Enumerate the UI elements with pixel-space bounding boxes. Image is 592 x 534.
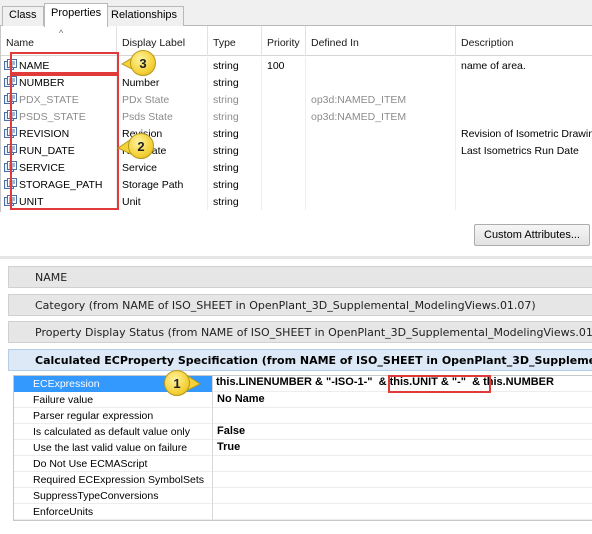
priority-cell bbox=[262, 176, 306, 193]
defined-in-cell bbox=[306, 142, 456, 159]
spec-property-name: Use the last valid value on failure bbox=[14, 440, 213, 456]
display-label-cell: Psds State bbox=[117, 108, 208, 125]
column-header-defined-in[interactable]: Defined In bbox=[306, 26, 456, 56]
spec-row[interactable]: Failure value No Name bbox=[14, 392, 592, 408]
spec-property-value[interactable]: False bbox=[217, 424, 245, 440]
highlight-unit-expression bbox=[388, 375, 491, 393]
spec-property-value[interactable]: True bbox=[217, 440, 240, 456]
section-category[interactable]: Category (from NAME of ISO_SHEET in Open… bbox=[8, 294, 592, 316]
description-cell: Revision of Isometric Drawing bbox=[456, 125, 592, 142]
calculated-spec-table: ECExpression Failure value No Name Parser r… bbox=[13, 375, 592, 521]
column-header-display-label[interactable]: Display Label bbox=[117, 26, 208, 56]
spec-row[interactable]: Required ECExpression SymbolSets bbox=[14, 472, 592, 488]
spec-row[interactable]: Parser regular expression bbox=[14, 408, 592, 424]
expression-linenumber-part: this.LINENUMBER & "-ISO-1-" bbox=[216, 376, 373, 388]
splitter[interactable] bbox=[0, 256, 592, 259]
section-property-display-status[interactable]: Property Display Status (from NAME of IS… bbox=[8, 321, 592, 343]
type-cell: string bbox=[208, 125, 262, 142]
tab-class[interactable]: Class bbox=[2, 6, 44, 26]
tab-properties[interactable]: Properties bbox=[44, 3, 109, 27]
callout-3: 3 bbox=[130, 50, 156, 76]
defined-in-cell bbox=[306, 74, 456, 91]
spec-property-name: Parser regular expression bbox=[14, 408, 213, 424]
highlight-name-row bbox=[10, 52, 119, 74]
priority-cell bbox=[262, 74, 306, 91]
display-label-cell: Service bbox=[117, 159, 208, 176]
priority-cell bbox=[262, 91, 306, 108]
section-calculated-ecproperty-specification[interactable]: Calculated ECProperty Specification (fro… bbox=[8, 349, 592, 371]
spec-row[interactable]: SuppressTypeConversions bbox=[14, 488, 592, 504]
callout-2: 2 bbox=[128, 133, 154, 159]
spec-property-name: Do Not Use ECMAScript bbox=[14, 456, 213, 472]
spec-property-name: Required ECExpression SymbolSets bbox=[14, 472, 213, 488]
ecexpression-value[interactable]: this.LINENUMBER & "-ISO-1-" & this.UNIT … bbox=[216, 376, 554, 392]
defined-in-cell bbox=[306, 125, 456, 142]
defined-in-cell bbox=[306, 176, 456, 193]
highlight-property-names bbox=[10, 74, 119, 210]
custom-attributes-button[interactable]: Custom Attributes... bbox=[474, 224, 590, 246]
type-cell: string bbox=[208, 57, 262, 74]
spec-property-name: SuppressTypeConversions bbox=[14, 488, 213, 504]
column-header-description[interactable]: Description bbox=[456, 26, 592, 56]
spec-property-name: EnforceUnits bbox=[14, 504, 213, 520]
display-label-cell: PDx State bbox=[117, 91, 208, 108]
type-cell: string bbox=[208, 74, 262, 91]
priority-cell bbox=[262, 193, 306, 210]
type-cell: string bbox=[208, 193, 262, 210]
display-label-cell: Storage Path bbox=[117, 176, 208, 193]
priority-cell bbox=[262, 142, 306, 159]
column-header-type[interactable]: Type bbox=[208, 26, 262, 56]
type-cell: string bbox=[208, 176, 262, 193]
type-cell: string bbox=[208, 108, 262, 125]
tab-relationships[interactable]: Relationships bbox=[104, 6, 185, 26]
description-cell bbox=[456, 159, 592, 176]
priority-cell: 100 bbox=[262, 57, 306, 74]
description-cell bbox=[456, 108, 592, 125]
defined-in-cell bbox=[306, 57, 456, 74]
priority-cell bbox=[262, 125, 306, 142]
priority-cell bbox=[262, 159, 306, 176]
priority-cell bbox=[262, 108, 306, 125]
defined-in-cell bbox=[306, 159, 456, 176]
description-cell bbox=[456, 193, 592, 210]
spec-property-value[interactable]: No Name bbox=[217, 392, 265, 408]
description-cell: name of area. bbox=[456, 57, 592, 74]
type-cell: string bbox=[208, 91, 262, 108]
spec-property-name: Is calculated as default value only bbox=[14, 424, 213, 440]
description-cell: Last Isometrics Run Date bbox=[456, 142, 592, 159]
defined-in-cell: op3d:NAMED_ITEM bbox=[306, 108, 456, 125]
sort-ascending-icon: ^ bbox=[59, 28, 64, 38]
description-cell bbox=[456, 176, 592, 193]
spec-row[interactable]: EnforceUnits bbox=[14, 504, 592, 520]
description-cell bbox=[456, 74, 592, 91]
tab-strip: Class Properties Relationships bbox=[0, 0, 592, 27]
spec-row[interactable]: Do Not Use ECMAScript bbox=[14, 456, 592, 472]
spec-row[interactable]: Use the last valid value on failure True bbox=[14, 440, 592, 456]
display-label-cell: Unit bbox=[117, 193, 208, 210]
type-cell: string bbox=[208, 159, 262, 176]
description-cell bbox=[456, 91, 592, 108]
defined-in-cell: op3d:NAMED_ITEM bbox=[306, 91, 456, 108]
display-label-cell: Number bbox=[117, 74, 208, 91]
defined-in-cell bbox=[306, 193, 456, 210]
spec-row[interactable]: Is calculated as default value only False bbox=[14, 424, 592, 440]
type-cell: string bbox=[208, 142, 262, 159]
callout-1: 1 bbox=[164, 370, 190, 396]
section-name[interactable]: NAME bbox=[8, 266, 592, 288]
column-header-priority[interactable]: Priority bbox=[262, 26, 306, 56]
